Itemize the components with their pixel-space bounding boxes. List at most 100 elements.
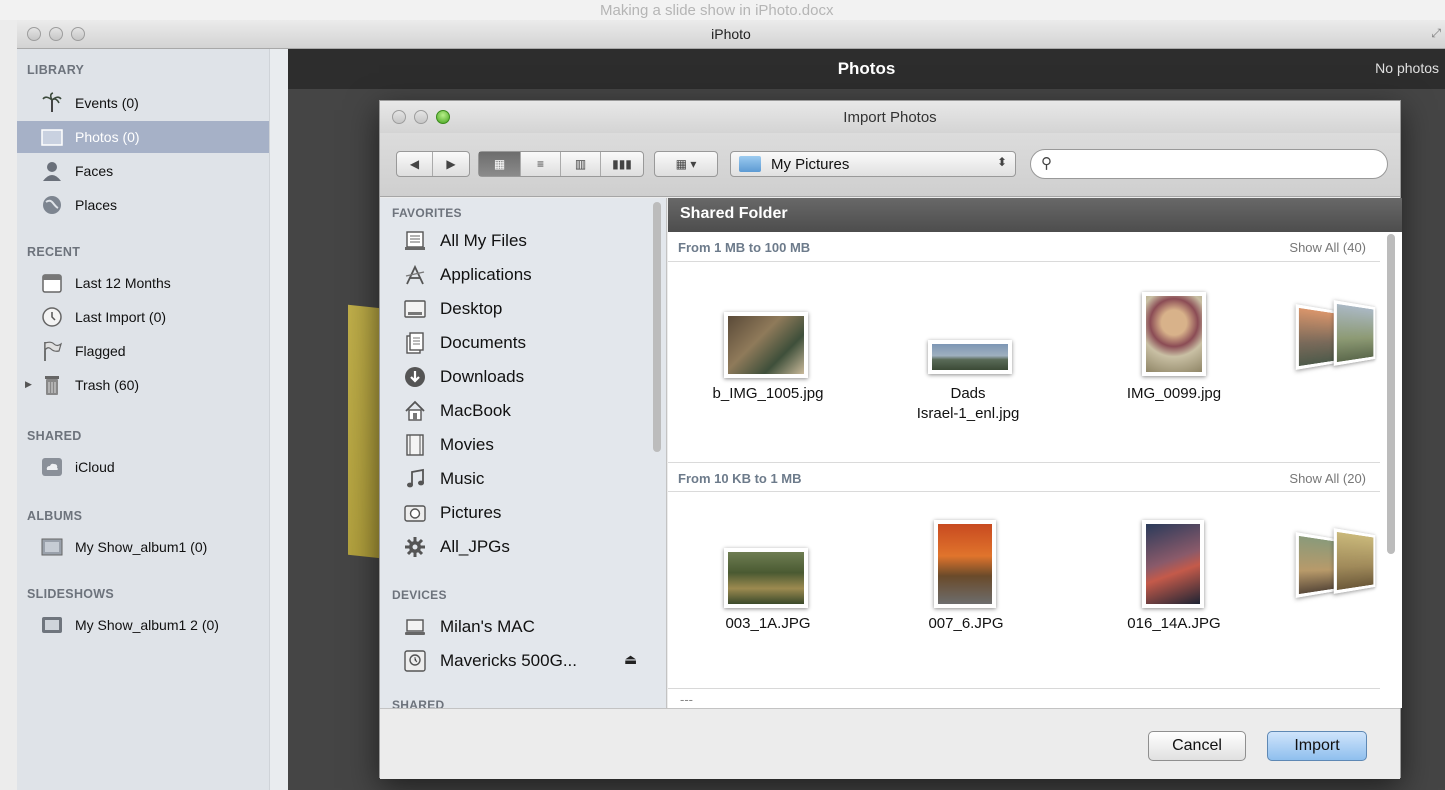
clock-icon — [41, 306, 63, 328]
file-name-line2[interactable]: Israel-1_enl.jpg — [868, 404, 1068, 423]
file-name[interactable]: 016_14A.JPG — [1074, 614, 1274, 633]
sidebar-item-desktop[interactable]: Desktop — [380, 292, 650, 326]
location-label: My Pictures — [771, 156, 850, 173]
more-photos-stack[interactable] — [1294, 298, 1384, 378]
back-button[interactable]: ◀ — [397, 152, 433, 176]
sidebar-item-label: My Show_album1 (0) — [75, 539, 208, 555]
import-button[interactable]: Import — [1267, 731, 1367, 761]
background-document-edge — [0, 20, 18, 790]
dialog-button-bar: Cancel Import — [380, 708, 1400, 779]
group-header: From 1 MB to 100 MB Show All (40) — [668, 232, 1380, 262]
file-thumbnail[interactable] — [1142, 292, 1206, 376]
coverflow-view-icon[interactable]: ▮▮▮ — [601, 152, 643, 176]
import-photos-dialog: Import Photos ◀ ▶ ▦ ≡ ▥ ▮▮▮ ▦ ▾ My Pictu… — [379, 100, 1402, 779]
sidebar-item-all-jpgs[interactable]: All_JPGs — [380, 530, 650, 564]
sidebar-item-label: Events (0) — [75, 95, 139, 111]
file-name[interactable]: IMG_0099.jpg — [1074, 384, 1274, 403]
dialog-sidebar: FAVORITES All My Files Applications Desk… — [380, 198, 667, 708]
sidebar-item-last-import[interactable]: Last Import (0) — [17, 301, 269, 333]
group-title: --- — [680, 692, 693, 707]
section-favorites: FAVORITES — [392, 206, 462, 220]
updown-arrows-icon: ⬍ — [996, 155, 1007, 169]
show-all-link[interactable]: Show All (40) — [1289, 240, 1366, 255]
sidebar-item-mavericks-drive[interactable]: Mavericks 500G... ⏏ — [380, 644, 650, 678]
column-view-icon[interactable]: ▥ — [561, 152, 601, 176]
calendar-icon — [41, 272, 63, 294]
palm-tree-icon — [41, 92, 63, 114]
sidebar-item-icloud[interactable]: iCloud — [17, 451, 269, 483]
scrollbar-thumb[interactable] — [653, 202, 661, 452]
disclosure-triangle-icon[interactable]: ▶ — [25, 379, 32, 390]
sidebar-item-label: Last Import (0) — [75, 309, 167, 325]
location-popup[interactable]: My Pictures ⬍ — [730, 151, 1016, 177]
photos-icon — [41, 126, 63, 148]
sidebar-item-places[interactable]: Places — [17, 189, 269, 221]
sidebar-item-slideshow[interactable]: My Show_album1 2 (0) — [17, 609, 269, 641]
file-name[interactable]: b_IMG_1005.jpg — [668, 384, 868, 403]
all-files-icon — [404, 230, 426, 252]
sidebar-item-pictures[interactable]: Pictures — [380, 496, 650, 530]
sidebar-item-label: All My Files — [440, 231, 527, 250]
sidebar-divider[interactable] — [269, 49, 288, 790]
cancel-button[interactable]: Cancel — [1148, 731, 1246, 761]
file-browser-scrollbar[interactable] — [1384, 234, 1398, 704]
sidebar-item-music[interactable]: Music — [380, 462, 650, 496]
desktop-icon — [404, 298, 426, 320]
file-name[interactable]: Dads — [868, 384, 1068, 403]
gear-icon — [404, 536, 426, 558]
eject-icon[interactable]: ⏏ — [624, 651, 637, 668]
sidebar-item-label: Faces — [75, 163, 114, 179]
sidebar-item-photos[interactable]: Photos (0) — [17, 121, 269, 153]
section-shared: SHARED — [27, 429, 82, 443]
show-all-link[interactable]: Show All (20) — [1289, 471, 1366, 486]
sidebar-item-label: Movies — [440, 435, 494, 454]
sidebar-item-downloads[interactable]: Downloads — [380, 360, 650, 394]
globe-icon — [41, 194, 63, 216]
sidebar-item-movies[interactable]: Movies — [380, 428, 650, 462]
sidebar-item-label: Applications — [440, 265, 532, 284]
sidebar-item-flagged[interactable]: Flagged — [17, 335, 269, 367]
file-name[interactable]: 007_6.JPG — [866, 614, 1066, 633]
file-thumbnail[interactable] — [724, 312, 808, 378]
dialog-title: Import Photos — [843, 109, 937, 126]
file-thumbnail[interactable] — [1142, 520, 1204, 608]
section-recent: RECENT — [27, 245, 81, 259]
sidebar-item-last-12-months[interactable]: Last 12 Months — [17, 267, 269, 299]
search-field[interactable]: ⚲ — [1030, 149, 1388, 179]
window-title: iPhoto — [711, 26, 751, 42]
sidebar-item-documents[interactable]: Documents — [380, 326, 650, 360]
sidebar-item-all-my-files[interactable]: All My Files — [380, 224, 650, 258]
file-name[interactable]: 003_1A.JPG — [668, 614, 868, 633]
sidebar-item-macbook[interactable]: MacBook — [380, 394, 650, 428]
file-thumbnail[interactable] — [724, 548, 808, 608]
fullscreen-icon[interactable]: ⤢ — [1431, 26, 1441, 41]
arrange-icon: ▦ ▾ — [675, 157, 697, 171]
forward-button[interactable]: ▶ — [433, 152, 469, 176]
sidebar-item-label: Flagged — [75, 343, 126, 359]
file-thumbnail[interactable] — [928, 340, 1012, 374]
background-document-titlebar: Making a slide show in iPhoto.docx — [0, 0, 1445, 20]
sidebar-item-trash[interactable]: ▶ Trash (60) — [17, 369, 269, 401]
icon-view-icon[interactable]: ▦ — [479, 152, 521, 176]
sidebar-item-events[interactable]: Events (0) — [17, 87, 269, 119]
more-photos-stack[interactable] — [1294, 526, 1384, 606]
folder-header: Shared Folder — [668, 198, 1402, 232]
search-icon: ⚲ — [1041, 155, 1052, 172]
list-view-icon[interactable]: ≡ — [521, 152, 561, 176]
sidebar-item-label: Documents — [440, 333, 526, 352]
sidebar-item-milans-mac[interactable]: Milan's MAC — [380, 610, 650, 644]
icloud-icon — [41, 456, 63, 478]
dialog-titlebar: Import Photos — [380, 101, 1400, 133]
sidebar-item-label: Desktop — [440, 299, 503, 318]
album-icon — [41, 536, 63, 558]
file-thumbnail[interactable] — [934, 520, 996, 608]
folder-icon — [739, 156, 761, 172]
dialog-sidebar-scrollbar[interactable] — [650, 198, 664, 708]
arrange-menu-button[interactable]: ▦ ▾ — [654, 151, 718, 177]
sidebar-item-album[interactable]: My Show_album1 (0) — [17, 531, 269, 563]
iphoto-sidebar: LIBRARY Events (0) Photos (0) Faces Plac… — [17, 49, 269, 790]
sidebar-item-applications[interactable]: Applications — [380, 258, 650, 292]
sidebar-item-faces[interactable]: Faces — [17, 155, 269, 187]
back-forward-control: ◀ ▶ — [396, 151, 470, 177]
scrollbar-thumb[interactable] — [1387, 234, 1395, 554]
